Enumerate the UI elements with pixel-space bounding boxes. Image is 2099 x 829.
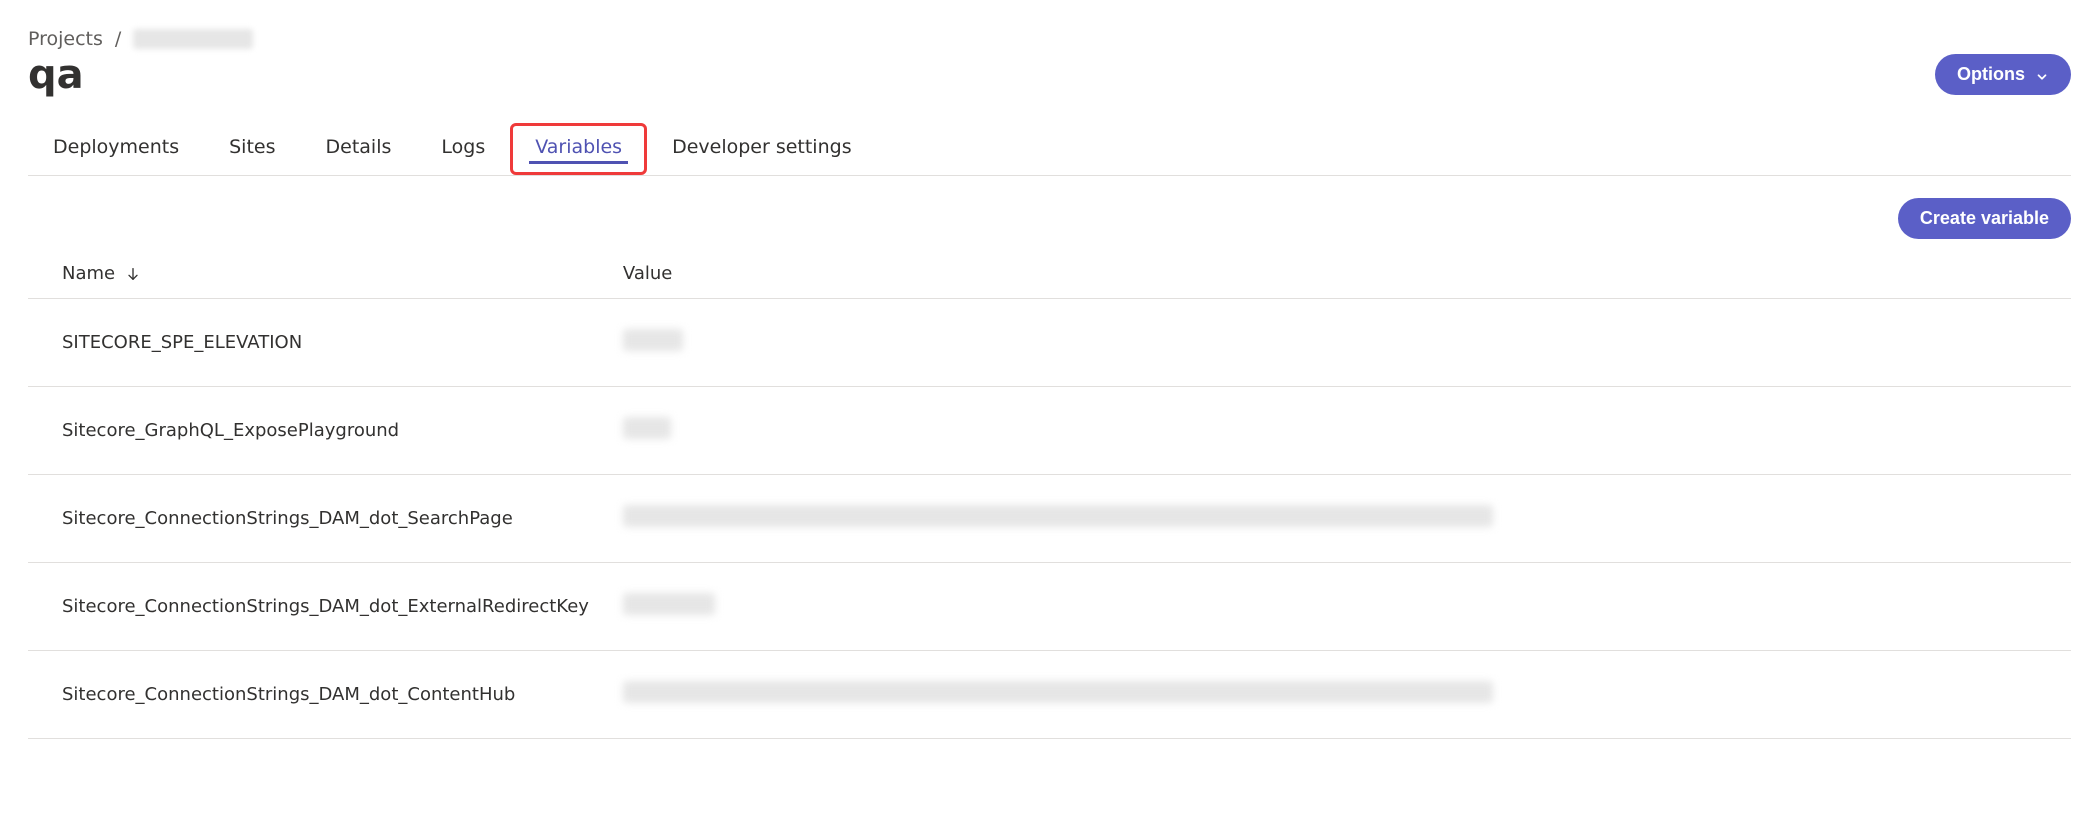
redacted-value (623, 681, 1493, 703)
tab-deployments[interactable]: Deployments (28, 123, 204, 175)
variable-name: Sitecore_ConnectionStrings_DAM_dot_Exter… (28, 563, 589, 651)
redacted-value (623, 329, 683, 351)
tabs: DeploymentsSitesDetailsLogsVariablesDeve… (28, 123, 2071, 176)
table-row[interactable]: Sitecore_ConnectionStrings_DAM_dot_Searc… (28, 475, 2071, 563)
table-row[interactable]: Sitecore_ConnectionStrings_DAM_dot_Conte… (28, 651, 2071, 739)
table-row[interactable]: Sitecore_GraphQL_ExposePlayground (28, 387, 2071, 475)
redacted-value (623, 505, 1493, 527)
variable-name: Sitecore_ConnectionStrings_DAM_dot_Searc… (28, 475, 589, 563)
redacted-value (623, 593, 715, 615)
create-variable-label: Create variable (1920, 208, 2049, 229)
breadcrumb: Projects / (28, 28, 2071, 50)
column-value-label: Value (623, 263, 672, 284)
page-title: qa (28, 55, 84, 95)
table-row[interactable]: SITECORE_SPE_ELEVATION (28, 299, 2071, 387)
variable-value (589, 651, 2071, 739)
table-row[interactable]: Sitecore_ConnectionStrings_DAM_dot_Exter… (28, 563, 2071, 651)
variable-name: SITECORE_SPE_ELEVATION (28, 299, 589, 387)
chevron-down-icon (2035, 68, 2049, 82)
arrow-down-icon (125, 266, 141, 282)
column-header-name[interactable]: Name (28, 249, 589, 299)
variable-name: Sitecore_ConnectionStrings_DAM_dot_Conte… (28, 651, 589, 739)
variable-value (589, 299, 2071, 387)
breadcrumb-current-redacted (133, 29, 253, 49)
column-name-label: Name (62, 263, 115, 284)
breadcrumb-root[interactable]: Projects (28, 28, 103, 50)
variable-value (589, 387, 2071, 475)
tab-details[interactable]: Details (301, 123, 417, 175)
redacted-value (623, 417, 671, 439)
column-header-value[interactable]: Value (589, 249, 2071, 299)
options-button-label: Options (1957, 64, 2025, 85)
options-button[interactable]: Options (1935, 54, 2071, 95)
variable-value (589, 475, 2071, 563)
variables-table: Name Value SITECORE_SPE_ELEVATIONSitecor… (28, 249, 2071, 739)
tab-sites[interactable]: Sites (204, 123, 300, 175)
variable-value (589, 563, 2071, 651)
variable-name: Sitecore_GraphQL_ExposePlayground (28, 387, 589, 475)
tab-logs[interactable]: Logs (416, 123, 510, 175)
create-variable-button[interactable]: Create variable (1898, 198, 2071, 239)
breadcrumb-separator: / (115, 28, 121, 50)
tab-variables[interactable]: Variables (510, 123, 647, 175)
tab-dev-settings[interactable]: Developer settings (647, 123, 877, 175)
